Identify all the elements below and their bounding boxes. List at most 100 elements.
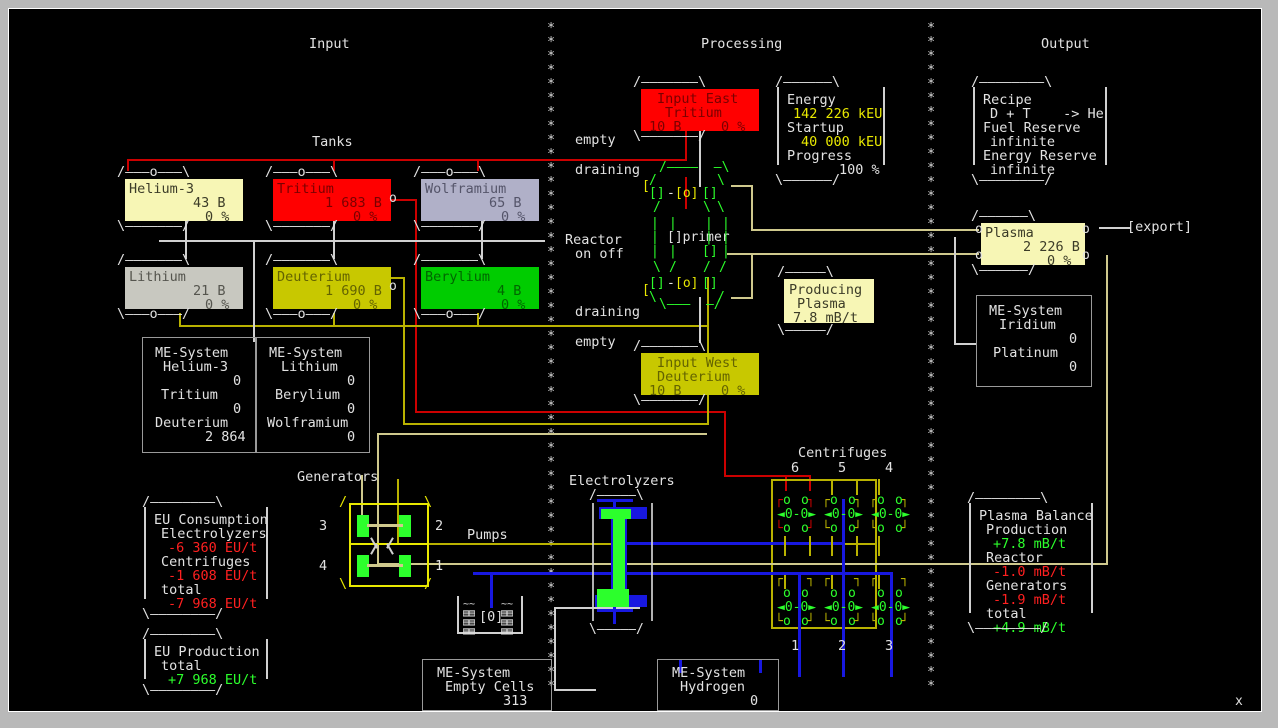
me-row-label: Helium-3: [163, 359, 229, 375]
wire-red-centrifuge-run: [724, 475, 787, 477]
cf-rotor: ◄0-0►: [777, 507, 817, 522]
cf-bracket-br: ┘: [807, 614, 815, 629]
wire-yellow-cf-top-stub-3: [878, 479, 880, 495]
wire-yellow-cf-top-stub-2: [856, 479, 858, 495]
reactor-wall-right-4: |: [722, 230, 730, 245]
reactor-body-right-outer-bot: /: [719, 260, 727, 275]
tank-port-left-upper: o: [975, 222, 983, 237]
me-row-value: 2 864: [205, 429, 246, 445]
me-row-value: 0: [347, 401, 356, 417]
tank-bracket-top: /———————\: [117, 252, 191, 268]
divider-input-processing: * * * * * * * * * * * * * * * * * * * * …: [547, 20, 556, 694]
fuel-reserve-label: Fuel Reserve: [983, 120, 1081, 136]
cf-port-tr: o: [848, 586, 856, 601]
reactor-wall-right-3: |: [705, 230, 713, 245]
cf-bracket-bl: └: [822, 521, 830, 536]
tank-amount: 4 B: [497, 283, 522, 299]
wire-yellow-cf-frame-top: [771, 479, 877, 481]
gen-frame-bottom: [349, 585, 429, 587]
panel-edge-left: [969, 503, 971, 613]
reactor-body-left-top: /: [653, 200, 661, 215]
elec-frame-left: [592, 503, 594, 621]
startup-label: Startup: [787, 120, 844, 136]
me-row-value: 0: [1069, 331, 1078, 347]
wire-red-tanks-bus: [127, 159, 687, 161]
tank-deuterium[interactable]: /———————\ Deuterium 1 690 B 0 % o \———o—…: [265, 253, 401, 321]
tank-amount: 21 B: [193, 283, 226, 299]
tank-berylium[interactable]: /———————\ Berylium 4 B 0 % \———o———/: [413, 253, 549, 321]
me-row-value: 0: [750, 693, 759, 709]
column-header-output: Output: [1041, 36, 1090, 52]
me-title: ME-System: [437, 665, 511, 681]
pb-row-label: Reactor: [986, 550, 1043, 566]
me-system-lithium: ME-System Lithium 0 Berylium 0 Wolframiu…: [256, 337, 370, 453]
export-label[interactable]: [export]: [1127, 220, 1192, 234]
tank-bracket-top: /———o———\: [117, 164, 191, 180]
centrifuge-unit-1[interactable]: ┌ ┐ o o ◄0-0► o o └ ┘: [775, 573, 817, 629]
gen-frame-top: [349, 503, 429, 505]
generator-number-3: 3: [319, 518, 328, 534]
centrifuge-unit-3[interactable]: ┌ ┐ o o ◄0-0► o o └ ┘: [869, 573, 911, 629]
cf-bracket-tl: ┌: [822, 493, 830, 508]
reactor-link-bottom: -: [667, 276, 675, 291]
centrifuge-number-3: 3: [885, 638, 894, 654]
reactor-port-mr: []: [702, 244, 718, 259]
tank-plasma[interactable]: /——————\ Plasma 2 226 B 0 % o o o o \———…: [971, 209, 1103, 277]
tank-tritium[interactable]: /———o———\ Tritium 1 683 B 0 % o \———————…: [265, 165, 401, 233]
reactor-body-inner-bot: /: [669, 260, 677, 275]
reactor-wall-right-2: |: [722, 216, 730, 231]
producing-line1: Producing: [789, 282, 863, 298]
tank-amount: 1 683 B: [325, 195, 382, 211]
close-marker[interactable]: x: [1235, 695, 1243, 708]
pb-row-label: Production: [986, 522, 1068, 538]
cf-port-bl: o: [783, 521, 791, 536]
gauge-hatch-left: ~~ ▤▤ ▤▤ ▤▤: [463, 599, 476, 637]
input-bracket-bottom: \———————/: [633, 128, 707, 144]
cf-bracket-bl: └: [822, 614, 830, 629]
cf-port-bl: o: [877, 521, 885, 536]
wire-khaki-gen-top: [377, 433, 707, 435]
tank-port-right-lower: o: [1082, 248, 1090, 263]
elec-frame-right: [651, 503, 653, 621]
cf-bracket-tl: ┌: [869, 572, 877, 587]
elec-fluid-vert: [613, 509, 625, 599]
input-east-box[interactable]: /———————\ Input East Tritium 10 B 0 % \—…: [633, 75, 769, 143]
progress-label: Progress: [787, 148, 853, 164]
generators-block[interactable]: / \ \ / 3: [319, 495, 449, 595]
cf-bracket-tr: ┐: [807, 572, 815, 587]
cf-port-tr: o: [895, 493, 903, 508]
input-west-box[interactable]: /———————\ Input West Deuterium 10 B 0 % …: [633, 338, 769, 407]
centrifuge-unit-4[interactable]: ┌ ┐ └ ┘ o o ◄0-0► o o: [869, 494, 911, 536]
me-row-label: Wolframium: [267, 415, 349, 431]
me-title: ME-System: [989, 303, 1063, 319]
tank-amount: 65 B: [489, 195, 522, 211]
wire-white-tank-bus: [159, 240, 545, 242]
wire-yellow-cf-bot-stub-2: [831, 575, 833, 589]
tank-helium3[interactable]: /———o———\ Helium-3 43 B 0 % \———————/: [117, 164, 253, 233]
wire-yellow-cf-stub-d: [856, 536, 858, 556]
recipe-formula: D + T -> He: [990, 106, 1104, 122]
tank-percent: 0 %: [353, 297, 378, 313]
tank-wolframium[interactable]: /———o———\ Wolframium 65 B 0 % \———————/: [413, 165, 549, 233]
input-title: Input East: [657, 91, 739, 107]
centrifuge-unit-5[interactable]: ┌ ┐ └ ┘ o o ◄0-0► o o: [822, 494, 864, 536]
panel-bracket-top: /————————\: [967, 490, 1049, 506]
energy-reserve-label: Energy Reserve: [983, 148, 1097, 164]
reactor-body-right-bot: /: [703, 260, 711, 275]
reactor-valve-top-right: \: [717, 173, 725, 188]
recipe-panel: /————————\ Recipe D + T -> He Fuel Reser…: [971, 75, 1121, 187]
centrifuge-number-5: 5: [838, 460, 847, 476]
reactor-core[interactable]: /———— —\ / \ [ [] - [o] [] / \ \ | | | |…: [639, 161, 759, 317]
tank-port-right: o: [389, 191, 397, 206]
electrolyzers-block[interactable]: /—————\ \—————/: [589, 489, 679, 639]
input-bracket-top: /———————\: [633, 338, 707, 354]
centrifuge-unit-6[interactable]: ┌ ┐ └ ┘ o o ◄0-0► o o: [775, 494, 817, 536]
tank-amount: 1 690 B: [325, 283, 382, 299]
cf-bracket-br: ┘: [854, 614, 862, 629]
centrifuge-unit-2[interactable]: ┌ ┐ o o ◄0-0► o o └ ┘: [822, 573, 864, 629]
panel-bracket-bottom: \—————/: [777, 322, 834, 338]
wire-white-cells-h2: [554, 689, 596, 691]
gen-frame-left: [349, 503, 351, 587]
reactor-primer-label[interactable]: []primer: [667, 231, 730, 244]
tank-lithium[interactable]: /———————\ Lithium 21 B 0 % \———o———/: [117, 252, 253, 321]
